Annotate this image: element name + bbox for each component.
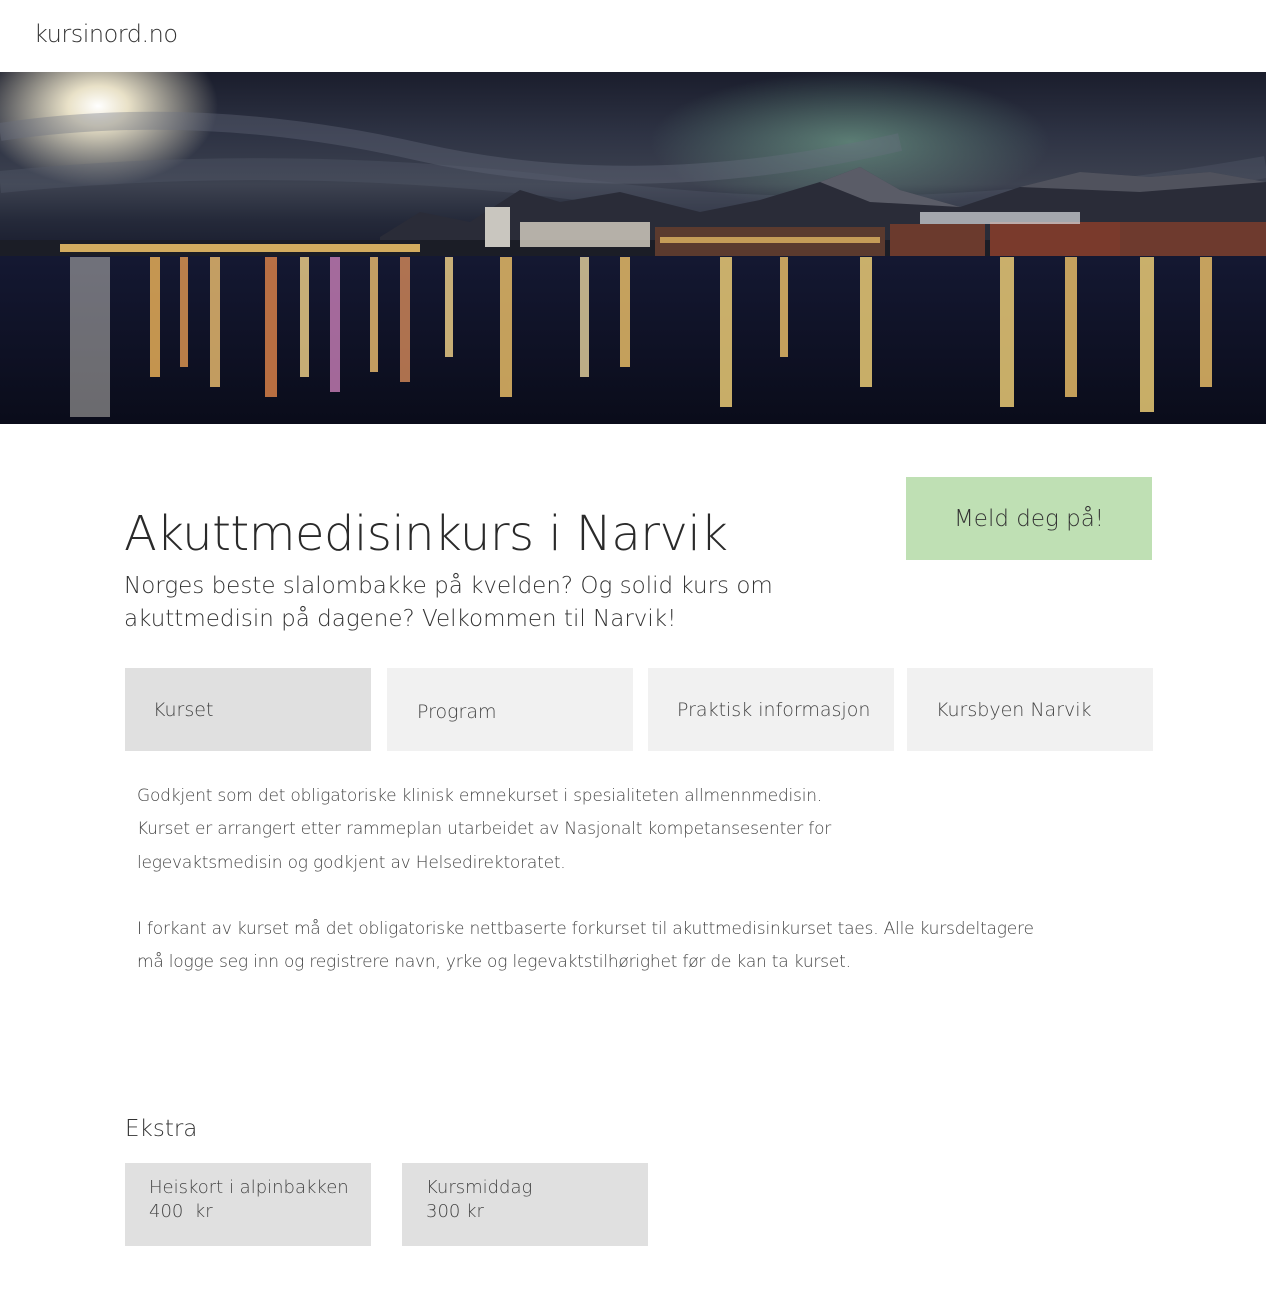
tab-label: Program bbox=[417, 700, 497, 723]
tab-kurset[interactable]: Kurset bbox=[125, 668, 371, 751]
tab-kursbyen-narvik[interactable]: Kursbyen Narvik bbox=[907, 668, 1153, 751]
signup-button[interactable]: Meld deg på! bbox=[906, 477, 1152, 560]
tab-praktisk-informasjon[interactable]: Praktisk informasjon bbox=[648, 668, 894, 751]
site-logo[interactable]: kursinord.no bbox=[34, 20, 178, 48]
tab-label: Kurset bbox=[153, 698, 214, 721]
extras-heading: Ekstra bbox=[125, 1116, 198, 1142]
hero-illustration bbox=[0, 72, 1266, 424]
page-lead: Norges beste slalombakke på kvelden? Og … bbox=[124, 573, 773, 632]
extra-item-price: 400 kr bbox=[149, 1201, 213, 1222]
tab-program[interactable]: Program bbox=[387, 668, 633, 751]
extra-item-name: Heiskort i alpinbakken bbox=[149, 1177, 349, 1198]
tab-label: Kursbyen Narvik bbox=[936, 698, 1092, 721]
course-tabs: Kurset Program Praktisk informasjon Kurs… bbox=[0, 668, 1266, 751]
extra-item-name: Kursmiddag bbox=[426, 1177, 533, 1198]
tab-content: Godkjent som det obligatoriske klinisk e… bbox=[137, 780, 1137, 979]
extra-item-price: 300 kr bbox=[426, 1201, 484, 1222]
extra-item-kursmiddag[interactable]: Kursmiddag 300 kr bbox=[402, 1163, 648, 1246]
tab-label: Praktisk informasjon bbox=[677, 698, 871, 721]
extra-item-heiskort[interactable]: Heiskort i alpinbakken 400 kr bbox=[125, 1163, 371, 1246]
page-title: Akuttmedisinkurs i Narvik bbox=[124, 506, 728, 562]
hero-image bbox=[0, 72, 1266, 424]
content-paragraph: I forkant av kurset må det obligatoriske… bbox=[137, 918, 1034, 973]
content-paragraph: Godkjent som det obligatoriske klinisk e… bbox=[137, 786, 832, 873]
